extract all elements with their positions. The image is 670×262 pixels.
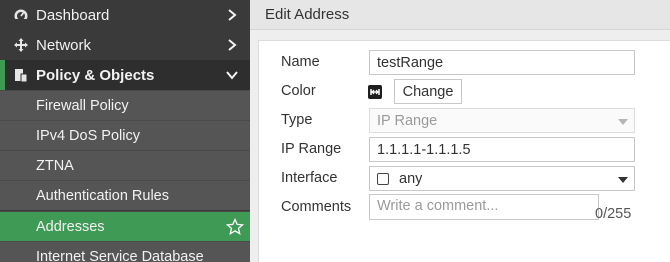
change-color-button[interactable]: Change: [394, 79, 462, 104]
sidebar-item-dashboard[interactable]: Dashboard: [0, 0, 250, 30]
sidebar-item-network[interactable]: Network: [0, 30, 250, 60]
sidebar-item-ztna[interactable]: ZTNA: [0, 150, 250, 180]
sidebar-item-addresses[interactable]: Addresses: [0, 211, 250, 241]
sidebar-item-label: Firewall Policy: [36, 97, 129, 114]
sidebar-item-authentication-rules[interactable]: Authentication Rules: [0, 180, 250, 210]
color-label: Color: [281, 83, 316, 99]
comments-label: Comments: [281, 199, 352, 215]
page-title: Edit Address: [250, 0, 670, 30]
sidebar-item-label: Dashboard: [36, 6, 110, 24]
sidebar-item-label: Network: [36, 36, 92, 54]
edit-address-form: Name testRange Color Change Type IP Rang…: [258, 40, 670, 262]
chevron-right-icon: [228, 39, 237, 51]
main-content: Edit Address Name testRange Color Change…: [250, 0, 670, 262]
active-section-indicator: [0, 60, 5, 90]
name-input[interactable]: testRange: [369, 50, 635, 75]
chevron-right-icon: [228, 9, 237, 21]
type-select: IP Range: [369, 108, 635, 133]
dashboard-icon: [12, 6, 30, 24]
sidebar-item-firewall-policy[interactable]: Firewall Policy: [0, 90, 250, 120]
network-icon: [12, 36, 30, 54]
color-swatch-icon: [368, 85, 382, 99]
sidebar-item-label: Addresses: [36, 218, 105, 235]
caret-down-icon: [618, 119, 628, 125]
comments-textarea[interactable]: [369, 194, 599, 220]
sidebar-item-label: Internet Service Database: [36, 248, 204, 262]
sidebar-item-ipv4-dos-policy[interactable]: IPv4 DoS Policy: [0, 120, 250, 150]
name-label: Name: [281, 54, 320, 70]
type-label: Type: [281, 112, 313, 128]
iprange-value: 1.1.1.1-1.1.1.5: [377, 141, 471, 158]
policy-objects-icon: [12, 66, 30, 84]
interface-value: any: [399, 170, 423, 187]
sidebar-item-label: Policy & Objects: [36, 66, 155, 84]
sidebar: Dashboard Network Policy & Objects Firew…: [0, 0, 250, 262]
sidebar-item-label: Authentication Rules: [36, 187, 169, 204]
sidebar-item-internet-service-database[interactable]: Internet Service Database: [0, 241, 250, 262]
iprange-input[interactable]: 1.1.1.1-1.1.1.5: [369, 137, 635, 162]
interface-select[interactable]: any: [369, 166, 635, 191]
sidebar-item-label: IPv4 DoS Policy: [36, 127, 140, 144]
sidebar-item-label: ZTNA: [36, 157, 74, 174]
type-value: IP Range: [377, 112, 438, 129]
favorite-star-icon[interactable]: [226, 218, 244, 236]
name-value: testRange: [377, 54, 444, 71]
interface-any-icon: [377, 172, 389, 185]
sidebar-item-policy-objects[interactable]: Policy & Objects: [0, 60, 250, 90]
interface-label: Interface: [281, 170, 338, 186]
iprange-label: IP Range: [281, 141, 342, 157]
caret-down-icon: [618, 177, 628, 183]
comments-counter: 0/255: [595, 206, 632, 222]
chevron-down-icon: [226, 71, 238, 80]
